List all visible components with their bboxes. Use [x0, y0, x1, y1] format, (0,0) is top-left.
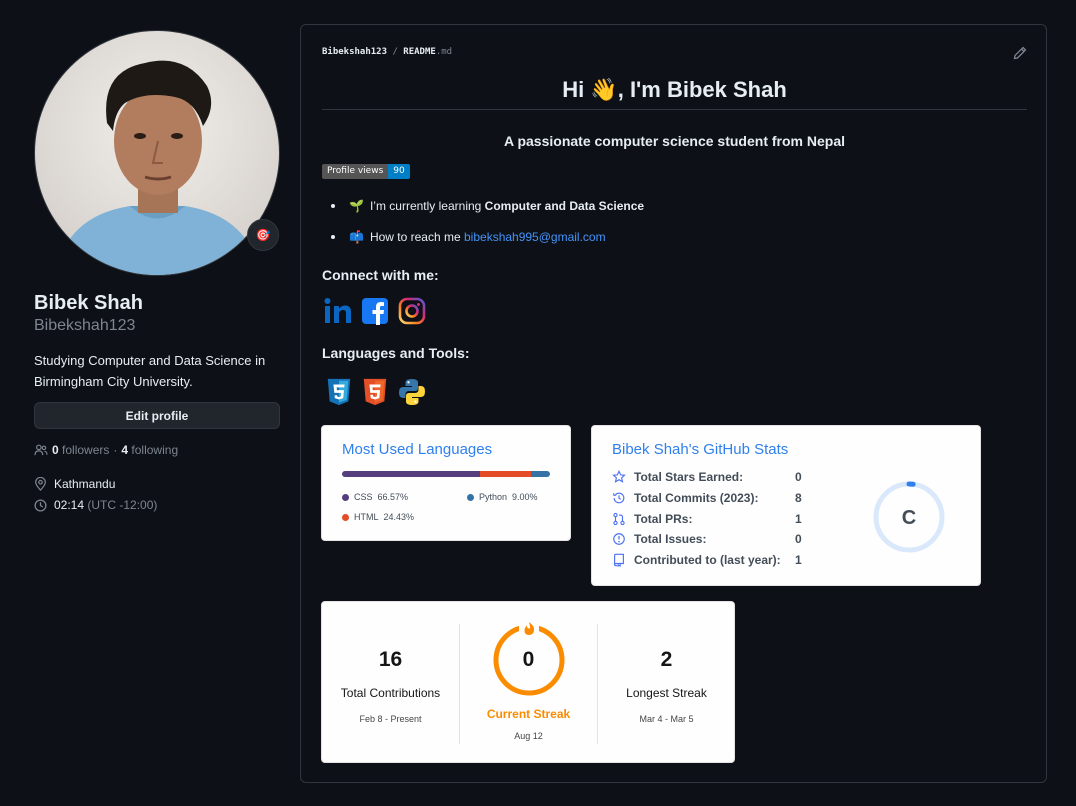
readme-panel: Bibekshah123 / README.md Hi 👋, I'm Bibek…: [300, 24, 1047, 783]
location-icon: [35, 477, 46, 491]
stats-card-title: Bibek Shah's GitHub Stats: [612, 441, 789, 458]
stat-row-prs: Total PRs: 1: [612, 512, 802, 526]
readme-title: Hi 👋, I'm Bibek Shah: [562, 77, 787, 102]
star-icon: [612, 470, 626, 483]
clock-icon: [34, 498, 47, 512]
location-row: Kathmandu: [34, 477, 115, 491]
stat-row-stars: Total Stars Earned: 0: [612, 470, 802, 484]
languages-progress-bar: [342, 471, 550, 477]
facebook-icon[interactable]: [361, 297, 389, 325]
stat-row-contributed: Contributed to (last year): 1: [612, 553, 802, 567]
profile-display-name: Bibek Shah: [34, 292, 143, 314]
longest-streak-column: 2 Longest Streak Mar 4 - Mar 5: [598, 602, 735, 762]
local-time-row: 02:14 (UTC -12:00): [34, 498, 157, 512]
total-contributions-value: 16: [378, 648, 403, 671]
history-icon: [613, 492, 625, 504]
people-icon: [34, 444, 48, 456]
list-item-contact: 📫 How to reach me bibekshah995@gmail.com: [331, 230, 606, 244]
seedling-icon: 🌱: [349, 199, 364, 213]
profile-views-badge: Profile views 90: [322, 164, 410, 179]
stat-row-issues: Total Issues: 0: [612, 532, 802, 546]
repo-icon: [614, 553, 624, 567]
longest-streak-value: 2: [660, 648, 673, 671]
language-bar-segment: [531, 471, 550, 477]
profile-bio: Studying Computer and Data Science in Bi…: [34, 353, 266, 389]
title-divider: [322, 109, 1027, 110]
most-used-languages-card: Most Used Languages CSS 66.57% Python 9.00…: [321, 425, 571, 541]
readme-path: Bibekshah123 / README.md: [322, 47, 453, 57]
readme-subtitle: A passionate computer science student fr…: [503, 133, 845, 149]
language-bar-segment: [342, 471, 481, 477]
longest-streak-label: Longest Streak: [626, 686, 707, 700]
profile-username: Bibekshah123: [34, 317, 136, 334]
tools-heading: Languages and Tools:: [322, 345, 470, 361]
languages-card-title: Most Used Languages: [342, 441, 493, 458]
status-emoji-icon: 🎯: [255, 228, 271, 242]
readme-path-file: README: [403, 47, 436, 57]
list-item-learning: 🌱 I’m currently learning Computer and Da…: [331, 199, 644, 213]
issue-icon: [613, 533, 625, 545]
avatar[interactable]: [34, 30, 280, 276]
language-item-python: Python 9.00%: [467, 492, 538, 502]
current-streak-value: 0: [522, 648, 535, 671]
stat-row-commits: Total Commits (2023): 8: [612, 491, 802, 505]
email-link[interactable]: bibekshah995@gmail.com: [464, 230, 606, 244]
linkedin-icon[interactable]: [324, 297, 352, 325]
current-streak-range: Aug 12: [514, 731, 543, 741]
current-streak-column: 0 Current Streak Aug 12: [460, 602, 597, 762]
mailbox-icon: 📫: [349, 230, 364, 244]
github-stats-card: Bibek Shah's GitHub Stats Total Stars Ea…: [591, 425, 981, 586]
total-contributions-column: 16 Total Contributions Feb 8 - Present: [322, 602, 459, 762]
pull-request-icon: [613, 512, 625, 526]
current-streak-label: Current Streak: [486, 707, 571, 721]
set-status-button[interactable]: 🎯: [247, 219, 279, 251]
edit-readme-pencil-icon[interactable]: [1012, 45, 1028, 61]
python-icon[interactable]: [398, 378, 426, 406]
rank-letter: C: [902, 507, 916, 529]
html5-icon[interactable]: [361, 378, 389, 406]
timezone: (UTC -12:00): [87, 498, 158, 512]
profile-avatar-container: 🎯: [34, 30, 280, 276]
language-item-html: HTML 24.43%: [342, 512, 414, 522]
readme-path-user[interactable]: Bibekshah123: [322, 47, 387, 57]
total-contributions-range: Feb 8 - Present: [359, 714, 422, 724]
location-text: Kathmandu: [54, 477, 116, 491]
language-bar-segment: [480, 471, 532, 477]
instagram-icon[interactable]: [398, 297, 426, 325]
github-streak-card: 16 Total Contributions Feb 8 - Present 0…: [321, 601, 735, 763]
total-contributions-label: Total Contributions: [340, 686, 441, 700]
longest-streak-range: Mar 4 - Mar 5: [639, 714, 694, 724]
css3-icon[interactable]: [325, 378, 353, 406]
separator-dot: ·: [113, 443, 118, 457]
edit-profile-button[interactable]: Edit profile: [34, 402, 280, 429]
rank-circle: C: [873, 481, 945, 553]
connect-heading: Connect with me:: [322, 267, 439, 283]
followers-link[interactable]: 0 followers: [52, 443, 109, 457]
language-item-css: CSS 66.57%: [342, 492, 408, 502]
avatar-portrait: [55, 60, 261, 275]
follow-stats: 0 followers · 4 following: [34, 443, 178, 457]
following-link[interactable]: 4 following: [121, 443, 178, 457]
local-time: 02:14: [54, 498, 85, 512]
